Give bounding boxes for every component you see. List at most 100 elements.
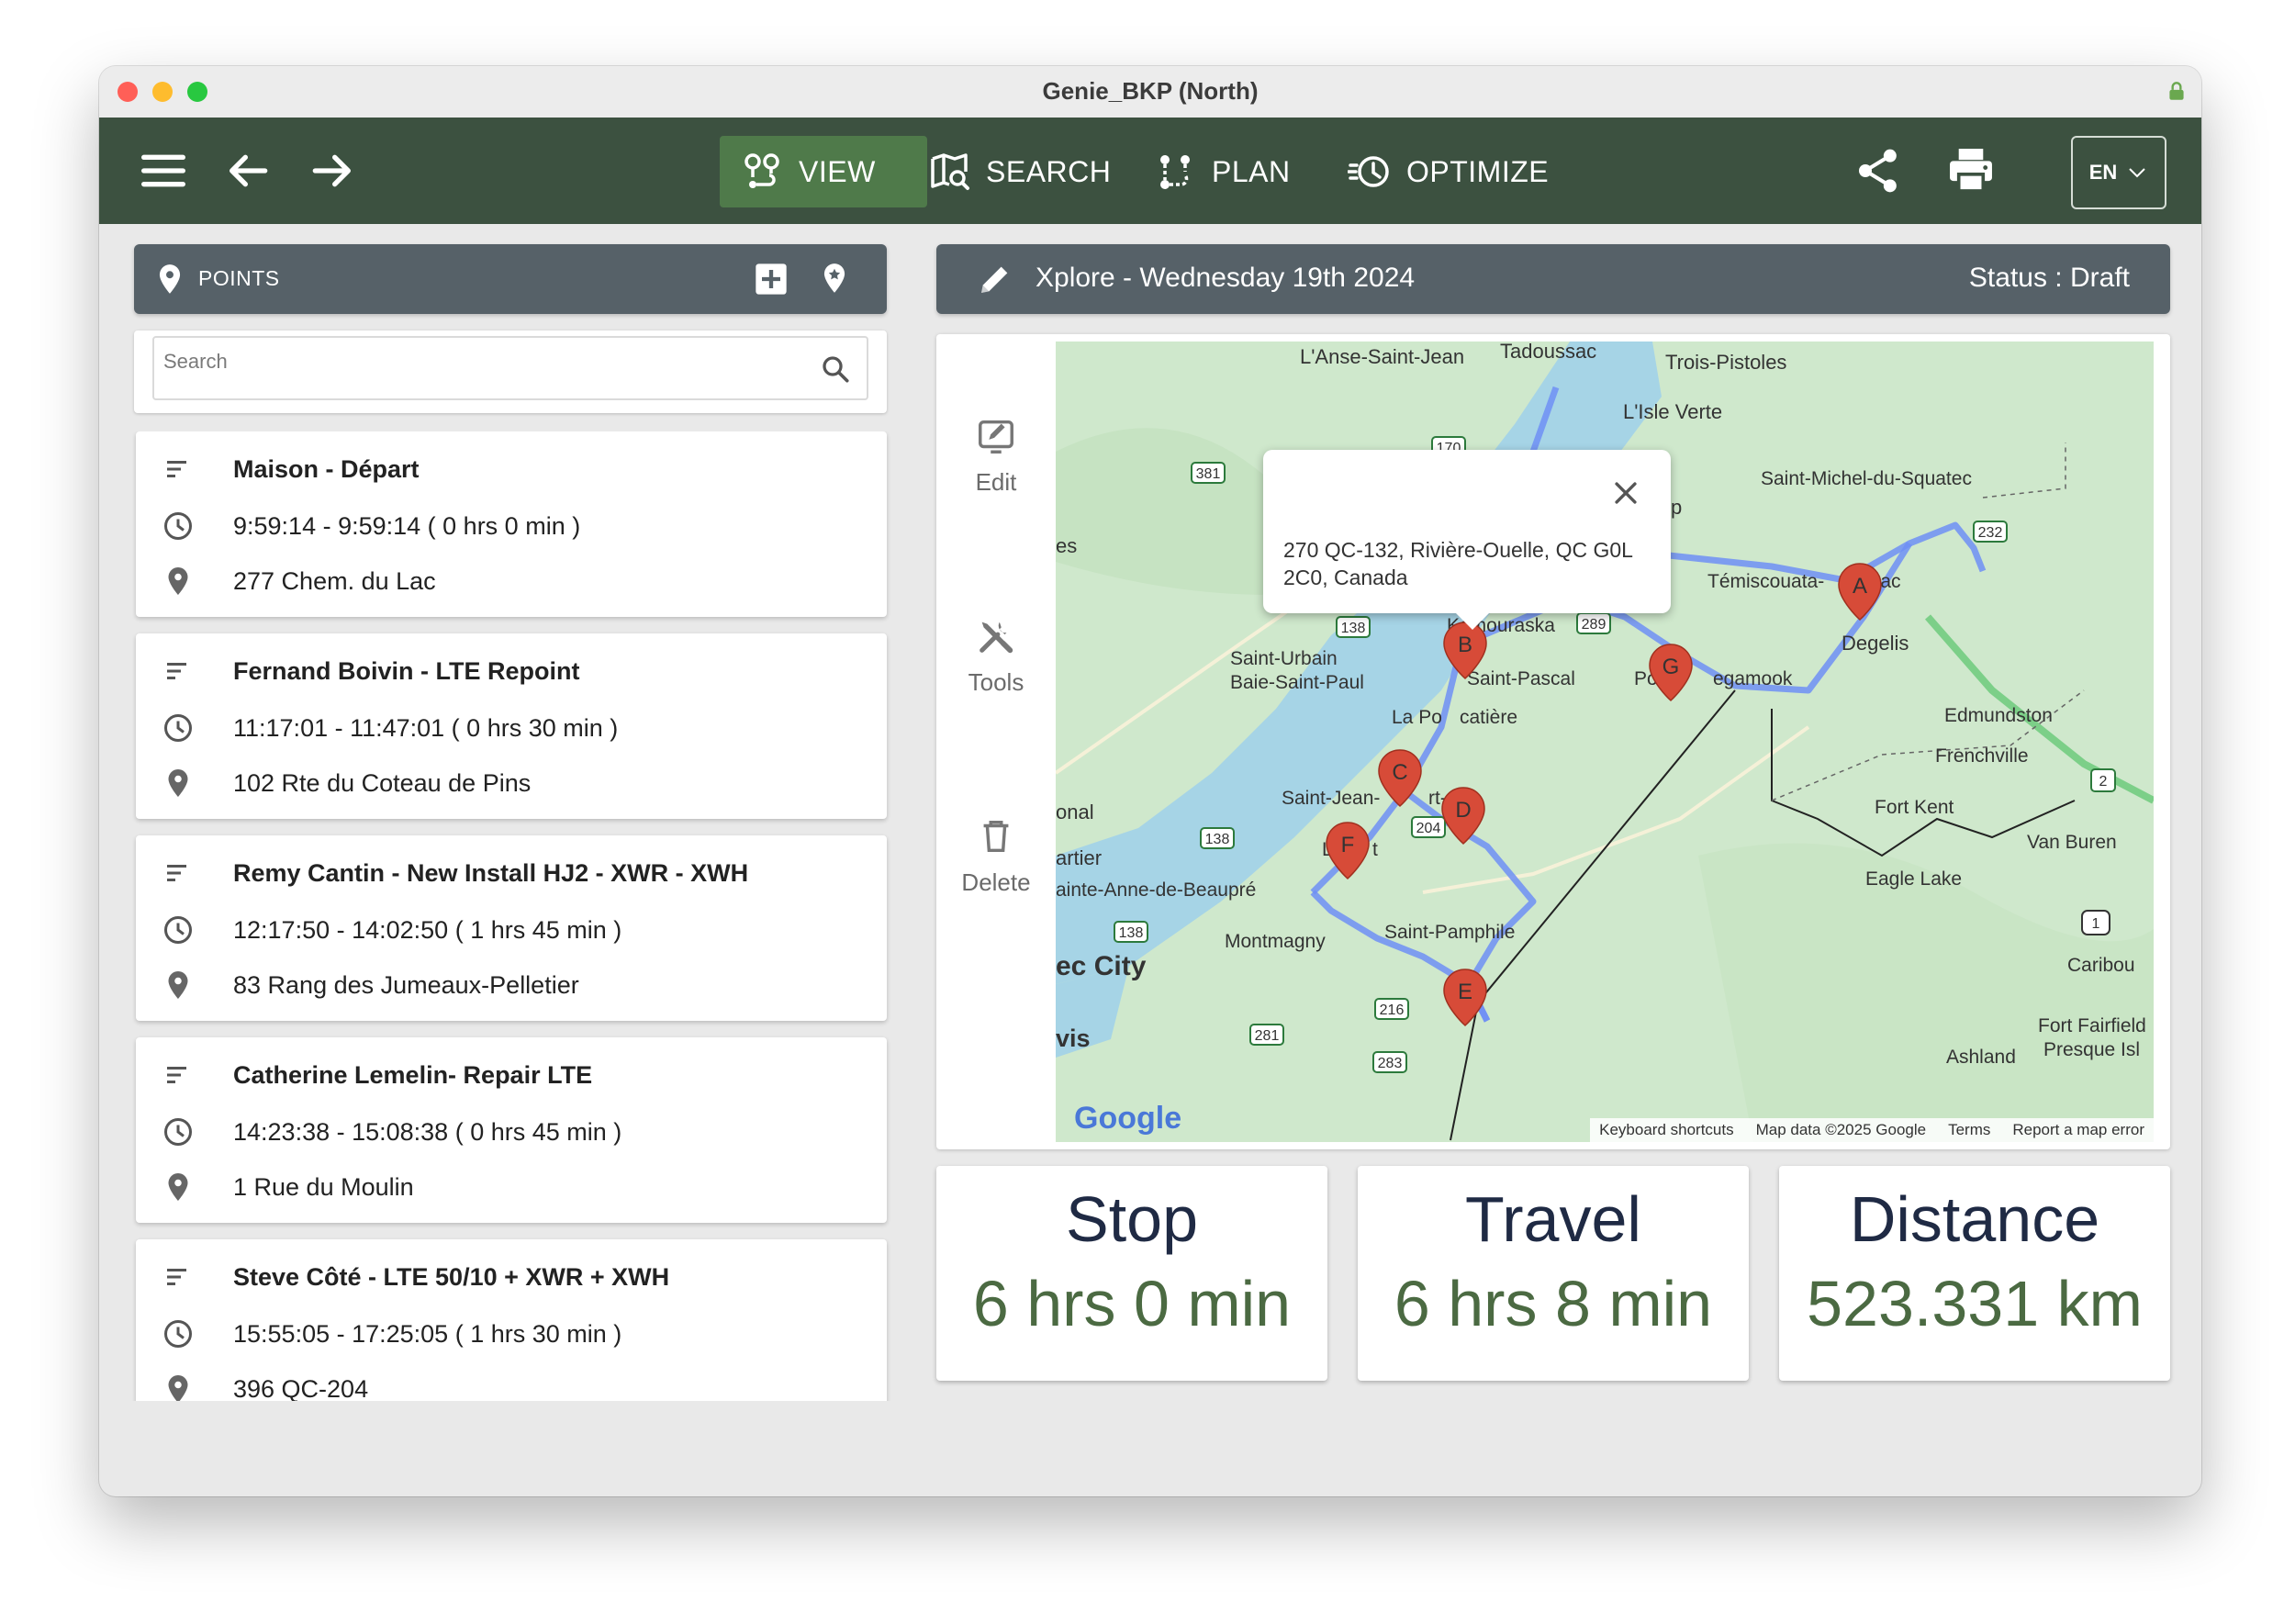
place-label: Saint-Jean- — [1282, 788, 1380, 809]
search-icon[interactable] — [819, 353, 852, 386]
stat-card-stop: Stop 6 hrs 0 min — [936, 1166, 1327, 1381]
google-logo-text: Google — [1074, 1101, 1182, 1136]
stop-time: 11:17:01 - 11:47:01 ( 0 hrs 30 min ) — [233, 714, 619, 742]
place-label: Saint-Pamphile — [1384, 922, 1515, 943]
place-label: Degelis — [1842, 632, 1909, 655]
svg-text:289: 289 — [1582, 617, 1606, 633]
stop-address: 396 QC-204 — [233, 1375, 369, 1401]
route-shield: 281 — [1249, 1024, 1284, 1046]
place-label: Edmundston — [1944, 705, 2053, 726]
app-window: Genie_BKP (North) VIEW SEARCH PLAN OPTIM… — [99, 66, 2201, 1496]
place-label: Caribou — [2067, 955, 2135, 976]
map-pin-icon — [168, 769, 188, 797]
report-map-error-link[interactable]: Report a map error — [2012, 1121, 2144, 1139]
delete-label: Delete — [961, 868, 1031, 896]
tab-search-label: SEARCH — [986, 154, 1112, 188]
svg-text:281: 281 — [1255, 1028, 1280, 1044]
svg-text:1: 1 — [2092, 916, 2100, 932]
language-select[interactable]: EN — [2071, 136, 2166, 209]
edit-tool-button[interactable]: Edit — [936, 415, 1056, 497]
stop-card[interactable]: Steve Côté - LTE 50/10 + XWR + XWH 15:55… — [136, 1239, 887, 1401]
route-map[interactable]: 170 381 232 289 138 138 204 138 216 281 … — [1056, 342, 2154, 1142]
stops-list[interactable]: Maison - Départ 9:59:14 - 9:59:14 ( 0 hr… — [132, 431, 896, 1401]
route-title: Xplore - Wednesday 19th 2024 — [1036, 263, 1416, 293]
route-shield: 138 — [1200, 827, 1235, 849]
stop-card[interactable]: Remy Cantin - New Install HJ2 - XWR - XW… — [136, 835, 887, 1021]
svg-text:F: F — [1341, 833, 1355, 857]
place-label: La Po — [1392, 707, 1442, 728]
route-plan-icon — [1160, 155, 1190, 189]
place-label: t — [1372, 839, 1378, 860]
svg-text:232: 232 — [1978, 525, 2003, 541]
stop-card[interactable]: Maison - Départ 9:59:14 - 9:59:14 ( 0 hr… — [136, 431, 887, 617]
svg-text:2: 2 — [2099, 774, 2108, 790]
main-toolbar: VIEW SEARCH PLAN OPTIMIZE EN — [99, 118, 2201, 224]
stat-label: Stop — [1066, 1183, 1198, 1255]
stop-name: Steve Côté - LTE 50/10 + XWR + XWH — [233, 1263, 670, 1291]
sort-lines-icon — [167, 461, 186, 477]
points-search-input[interactable] — [152, 336, 868, 400]
tab-optimize[interactable]: OPTIMIZE — [1327, 136, 1569, 207]
route-header: Xplore - Wednesday 19th 2024 Status : Dr… — [936, 244, 2170, 314]
tab-search[interactable]: SEARCH — [907, 136, 1131, 207]
stop-card[interactable]: Catherine Lemelin- Repair LTE 14:23:38 -… — [136, 1037, 887, 1223]
tab-view-label: VIEW — [799, 154, 876, 188]
google-logo: Google — [1074, 1101, 1181, 1137]
edit-tool-label: Edit — [975, 468, 1017, 496]
place-label: Tadoussac — [1500, 342, 1596, 363]
sort-lines-icon — [167, 663, 186, 679]
sort-lines-icon — [167, 1067, 186, 1083]
tab-view[interactable]: VIEW — [720, 136, 927, 207]
place-label: Ashland — [1946, 1047, 2016, 1068]
place-label: Montmagny — [1225, 931, 1326, 952]
place-label: Saint-Pascal — [1467, 668, 1575, 689]
place-label: ec City — [1056, 951, 1147, 981]
route-shield: 289 — [1576, 612, 1611, 634]
pencil-icon[interactable] — [977, 261, 1013, 297]
terms-link[interactable]: Terms — [1948, 1121, 1990, 1139]
back-button[interactable] — [218, 141, 277, 200]
delete-button[interactable]: Delete — [936, 815, 1056, 897]
place-label: Eagle Lake — [1865, 868, 1962, 890]
share-button[interactable] — [1853, 145, 1904, 196]
stop-card[interactable]: Fernand Boivin - LTE Repoint 11:17:01 - … — [136, 633, 887, 819]
place-label: Saint-Urbain — [1230, 648, 1338, 669]
svg-text:138: 138 — [1205, 832, 1230, 847]
printer-icon — [1950, 149, 1992, 193]
tab-optimize-label: OPTIMIZE — [1406, 154, 1550, 188]
close-icon[interactable] — [1610, 477, 1641, 509]
svg-text:204: 204 — [1416, 821, 1441, 836]
map-data-label: Map data ©2025 Google — [1755, 1121, 1927, 1138]
stop-address: 83 Rang des Jumeaux-Pelletier — [233, 971, 579, 999]
print-button[interactable] — [1944, 143, 1998, 196]
add-point-icon[interactable] — [753, 261, 789, 297]
starred-location-icon[interactable] — [817, 259, 852, 297]
map-pin-icon — [168, 971, 188, 999]
forward-button[interactable] — [303, 141, 362, 200]
place-label: Fort Fairfield — [2038, 1015, 2146, 1036]
menu-button[interactable] — [134, 141, 193, 200]
keyboard-shortcuts-link[interactable]: Keyboard shortcuts — [1599, 1121, 1733, 1139]
stop-name: Remy Cantin - New Install HJ2 - XWR - XW… — [233, 859, 749, 887]
window-title: Genie_BKP (North) — [1042, 77, 1259, 105]
route-view-icon — [744, 153, 779, 188]
stop-name: Catherine Lemelin- Repair LTE — [233, 1061, 593, 1089]
stop-time: 9:59:14 - 9:59:14 ( 0 hrs 0 min ) — [233, 512, 581, 540]
place-label: Saint-Michel-du-Squatec — [1761, 468, 1972, 489]
share-icon — [1859, 149, 1897, 193]
svg-text:D: D — [1455, 798, 1471, 823]
stop-time: 15:55:05 - 17:25:05 ( 1 hrs 30 min ) — [233, 1320, 622, 1348]
tab-plan[interactable]: PLAN — [1133, 136, 1311, 207]
place-label: es — [1056, 534, 1077, 557]
stop-name: Maison - Départ — [233, 455, 420, 483]
clock-icon — [164, 1118, 192, 1146]
route-shield: 138 — [1336, 616, 1371, 638]
svg-text:B: B — [1458, 633, 1472, 657]
place-label: artier — [1056, 846, 1102, 869]
stat-card-travel: Travel 6 hrs 8 min — [1358, 1166, 1749, 1381]
tools-button[interactable]: Tools — [936, 615, 1056, 697]
map-attribution: Keyboard shortcuts Map data ©2025 Google… — [1590, 1118, 2154, 1142]
svg-text:283: 283 — [1378, 1056, 1403, 1071]
place-label: L'Anse-Saint-Jean — [1300, 345, 1464, 368]
place-label: Van Buren — [2027, 832, 2117, 853]
